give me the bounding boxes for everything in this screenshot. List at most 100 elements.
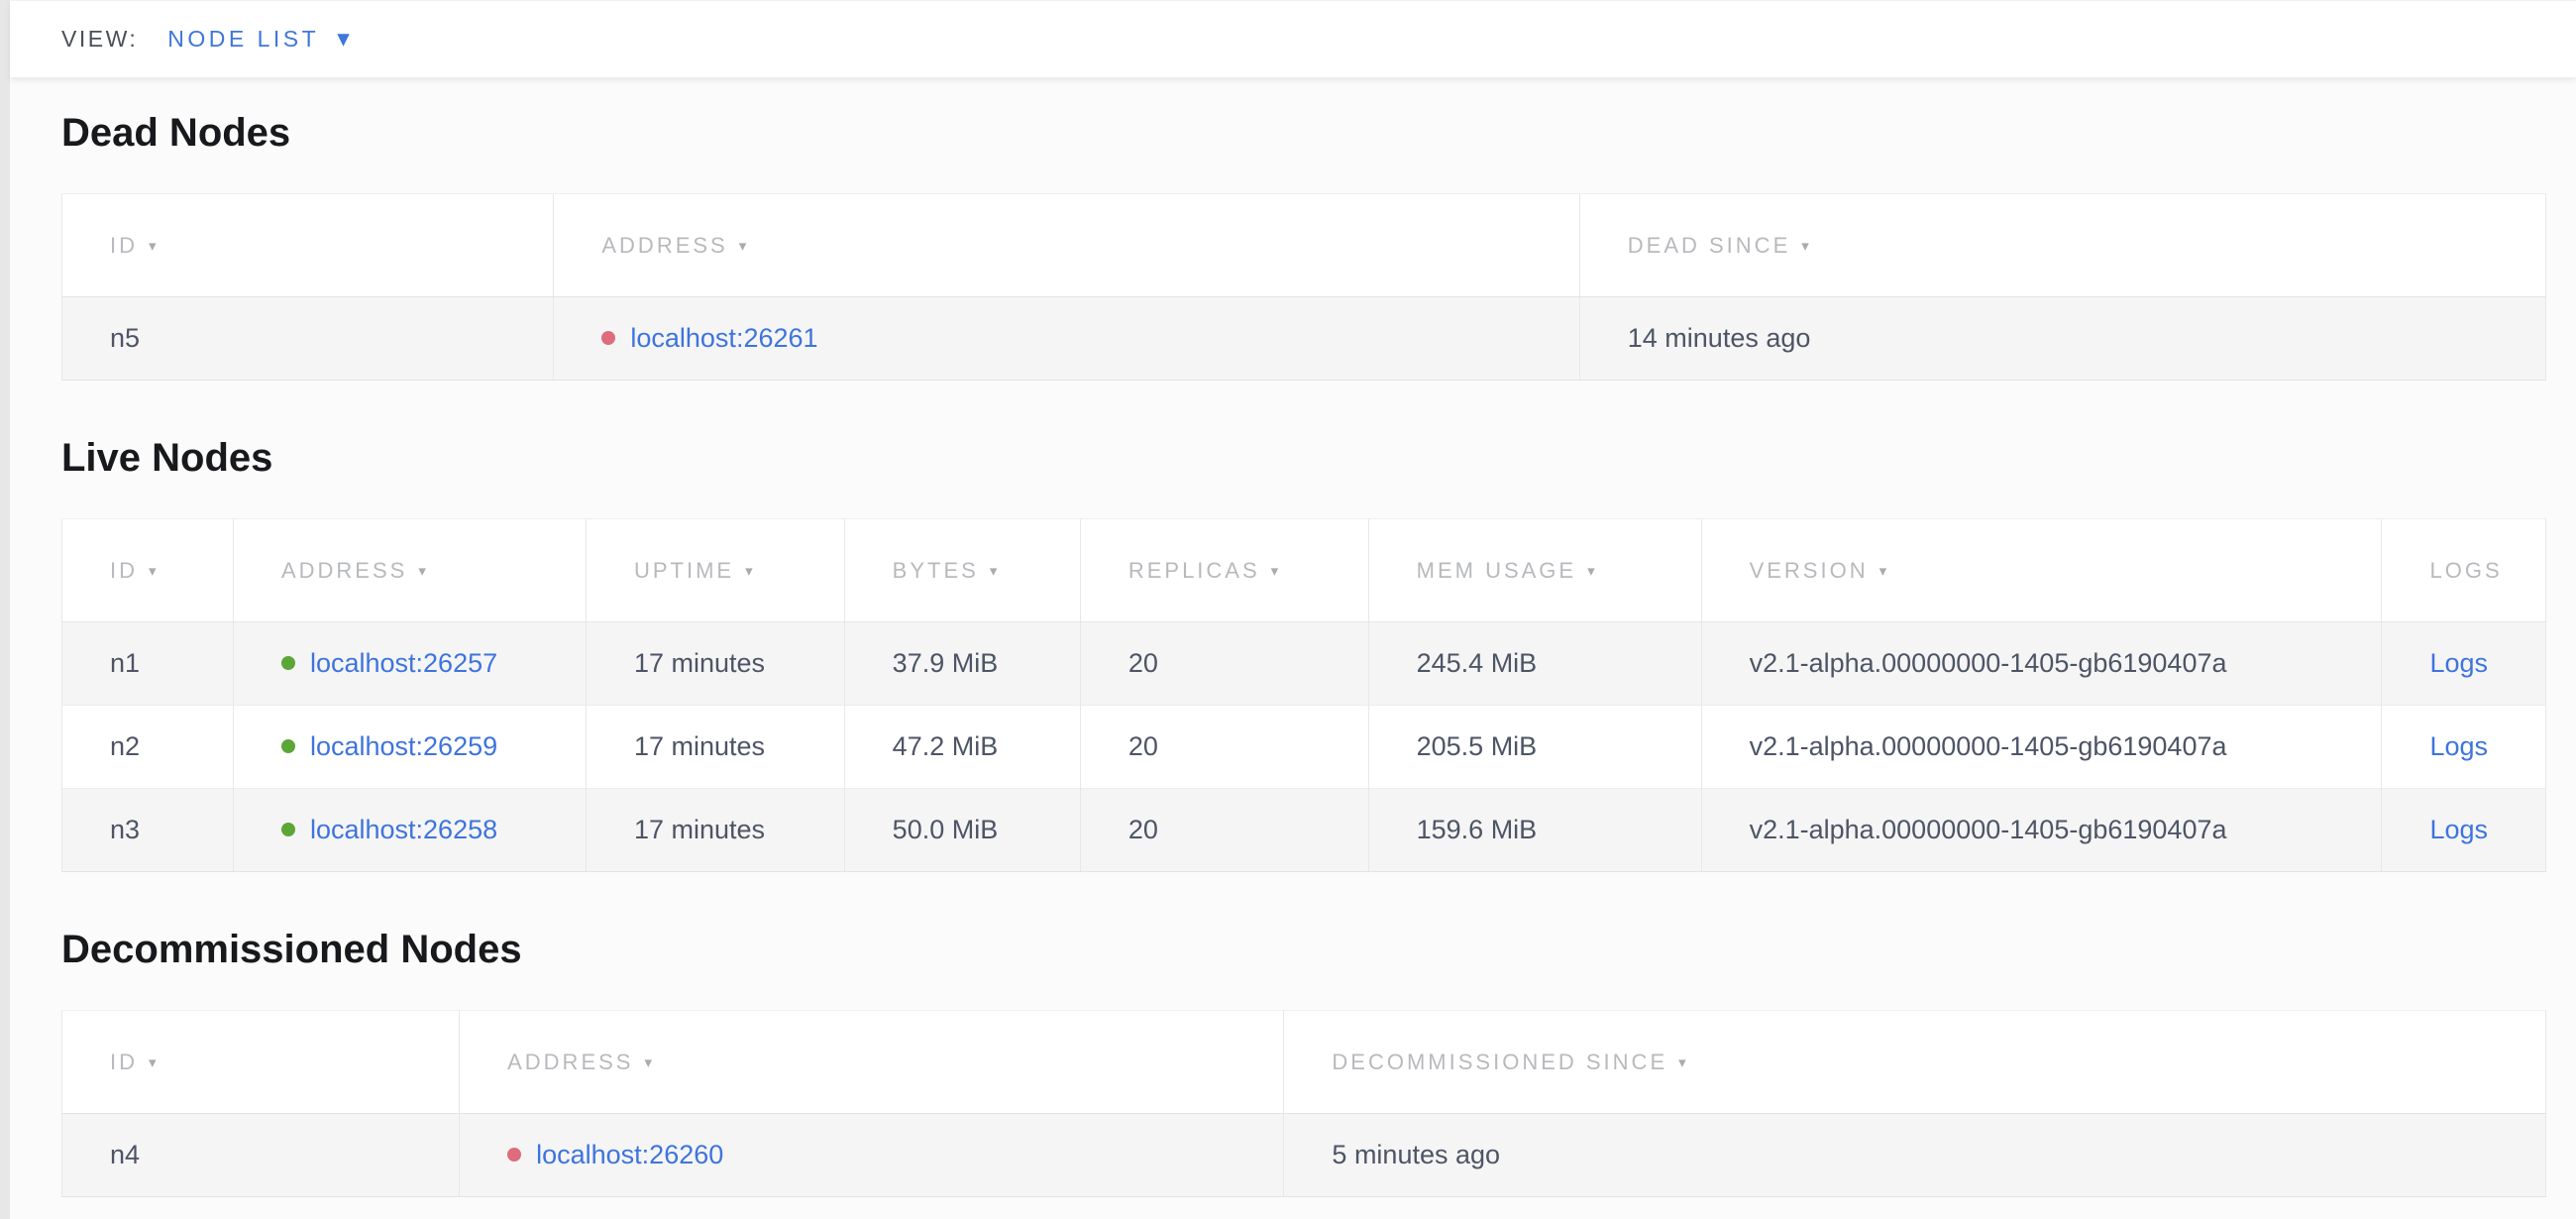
logs-link[interactable]: Logs [2429, 648, 2488, 678]
cell-id: n4 [62, 1114, 460, 1197]
section-dead-nodes: Dead Nodes ID ▾ ADDRESS ▾ DEAD SINCE ▾ n5 localh… [61, 111, 2556, 381]
table-row: n1 localhost:26257 17 minutes37.9 MiB20245… [62, 622, 2546, 706]
cell-mem-usage: 205.5 MiB [1368, 706, 1701, 789]
sort-caret-icon: ▾ [745, 563, 753, 580]
view-selected-value: NODE LIST [167, 26, 319, 53]
node-address-link[interactable]: localhost:26257 [310, 648, 497, 678]
sort-caret-icon: ▾ [418, 563, 426, 580]
node-address-link[interactable]: localhost:26260 [536, 1140, 723, 1169]
column-header-mem-usage[interactable]: MEM USAGE▾ [1368, 519, 1701, 622]
header-row: ID▾ADDRESS▾UPTIME▾BYTES▾REPLICAS▾MEM USA… [62, 519, 2546, 622]
cell-replicas: 20 [1080, 622, 1368, 706]
cell-address: localhost:26259 [233, 706, 586, 789]
column-header-label: ID [110, 1050, 138, 1074]
cell-address: localhost:26260 [460, 1114, 1284, 1197]
cell-uptime: 17 minutes [586, 789, 844, 872]
node-status-dot-icon [601, 331, 615, 345]
cell-id: n1 [62, 622, 234, 706]
cell-uptime: 17 minutes [586, 706, 844, 789]
node-status-dot-icon [281, 823, 295, 836]
cell-uptime: 17 minutes [586, 622, 844, 706]
live-nodes-table: ID▾ADDRESS▾UPTIME▾BYTES▾REPLICAS▾MEM USA… [61, 518, 2546, 872]
table-row: n5 localhost:26261 14 minutes ago [62, 297, 2546, 381]
sort-caret-icon: ▾ [149, 1054, 157, 1071]
sort-caret-icon: ▾ [739, 238, 747, 255]
column-header-label: UPTIME [634, 558, 734, 583]
logs-link[interactable]: Logs [2429, 815, 2488, 844]
cell-replicas: 20 [1080, 706, 1368, 789]
section-title-decommissioned-nodes: Decommissioned Nodes [61, 928, 2556, 972]
column-header-decommissioned-since[interactable]: DECOMMISSIONED SINCE ▾ [1284, 1011, 2546, 1114]
column-header-label: VERSION [1750, 558, 1869, 583]
sort-caret-icon: ▾ [1678, 1054, 1686, 1071]
column-header-address[interactable]: ADDRESS ▾ [554, 194, 1579, 297]
column-header-label: DEAD SINCE [1628, 233, 1790, 258]
cell-mem-usage: 245.4 MiB [1368, 622, 1701, 706]
column-header-label: ID [110, 233, 138, 258]
column-header-id[interactable]: ID ▾ [62, 194, 554, 297]
node-address-link[interactable]: localhost:26258 [310, 815, 497, 844]
cell-bytes: 37.9 MiB [844, 622, 1080, 706]
section-decommissioned-nodes: Decommissioned NodesID▾ADDRESS▾DECOMMISS… [61, 928, 2556, 1197]
dead-nodes-table: ID ▾ ADDRESS ▾ DEAD SINCE ▾ n5 localhost:26261 1… [61, 193, 2546, 381]
column-header-version[interactable]: VERSION ▾ [1701, 519, 2382, 622]
column-header-label: DECOMMISSIONED SINCE [1332, 1050, 1667, 1074]
cell-decommissioned-since: 5 minutes ago [1284, 1114, 2546, 1197]
sort-caret-icon: ▾ [1271, 563, 1279, 580]
sort-caret-icon: ▾ [149, 563, 157, 580]
sort-caret-icon: ▾ [644, 1054, 652, 1071]
cell-address: localhost:26258 [233, 789, 586, 872]
chevron-down-icon: ▾ [337, 27, 350, 52]
view-bar: VIEW: NODE LIST ▾ [10, 0, 2576, 77]
logs-link[interactable]: Logs [2429, 731, 2488, 761]
column-header-label: ID [110, 558, 138, 583]
table-row: n4 localhost:26260 5 minutes ago [62, 1114, 2546, 1197]
column-header-logs: LOGS [2382, 519, 2546, 622]
cell-address: localhost:26261 [554, 297, 1579, 381]
section-title-live-nodes: Live Nodes [61, 436, 2556, 481]
section-live-nodes: Live NodesID▾ADDRESS▾UPTIME▾BYTES▾REPLIC… [61, 436, 2556, 872]
header-row: ID ▾ ADDRESS ▾ DECOMMISSIONED SINCE ▾ [62, 1011, 2546, 1114]
decommissioned-nodes-table: ID ▾ ADDRESS ▾ DECOMMISSIONED SINCE ▾ n4 localh… [61, 1010, 2546, 1197]
column-header-id[interactable]: ID ▾ [62, 519, 234, 622]
node-status-dot-icon [281, 656, 295, 670]
sort-caret-icon: ▾ [149, 238, 157, 255]
cell-mem-usage: 159.6 MiB [1368, 789, 1701, 872]
section-title-dead-nodes: Dead Nodes [61, 111, 2556, 156]
sort-caret-icon: ▾ [1587, 563, 1595, 580]
node-address-link[interactable]: localhost:26259 [310, 731, 497, 761]
cell-id: n5 [62, 297, 554, 381]
column-header-id[interactable]: ID ▾ [62, 1011, 460, 1114]
sort-caret-icon: ▾ [1879, 563, 1887, 580]
column-header-address[interactable]: ADDRESS ▾ [460, 1011, 1284, 1114]
sort-caret-icon: ▾ [1801, 238, 1809, 255]
node-status-dot-icon [507, 1148, 521, 1162]
cell-replicas: 20 [1080, 789, 1368, 872]
table-row: n3localhost:2625817 minutes50.0 MiB20159… [62, 789, 2546, 872]
column-header-label: ADDRESS [601, 233, 727, 258]
cell-bytes: 47.2 MiB [844, 706, 1080, 789]
cell-id: n2 [62, 706, 234, 789]
cell-bytes: 50.0 MiB [844, 789, 1080, 872]
cell-address: localhost:26257 [233, 622, 586, 706]
cell-version: v2.1-alpha.00000000-1405-gb6190407a [1701, 789, 2382, 872]
cell-logs: Logs [2382, 706, 2546, 789]
column-header-replicas[interactable]: REPLICAS▾ [1080, 519, 1368, 622]
page-left-gutter [0, 0, 10, 1219]
cell-logs: Logs [2382, 789, 2546, 872]
view-selector-dropdown[interactable]: NODE LIST ▾ [167, 26, 349, 53]
column-header-address[interactable]: ADDRESS ▾ [233, 519, 586, 622]
node-address-link[interactable]: localhost:26261 [630, 323, 817, 353]
cell-logs: Logs [2382, 622, 2546, 706]
sort-caret-icon: ▾ [990, 563, 998, 580]
column-header-dead-since[interactable]: DEAD SINCE ▾ [1579, 194, 2545, 297]
column-header-uptime[interactable]: UPTIME ▾ [586, 519, 844, 622]
column-header-bytes[interactable]: BYTES▾ [844, 519, 1080, 622]
cell-version: v2.1-alpha.00000000-1405-gb6190407a [1701, 706, 2382, 789]
cell-version: v2.1-alpha.00000000-1405-gb6190407a [1701, 622, 2382, 706]
column-header-label: ADDRESS [281, 558, 407, 583]
main-content: Dead Nodes ID ▾ ADDRESS ▾ DEAD SINCE ▾ n5 localh… [10, 111, 2576, 1197]
cell-dead-since: 14 minutes ago [1579, 297, 2545, 381]
header-row: ID ▾ ADDRESS ▾ DEAD SINCE ▾ [62, 194, 2546, 297]
column-header-label: ADDRESS [507, 1050, 633, 1074]
